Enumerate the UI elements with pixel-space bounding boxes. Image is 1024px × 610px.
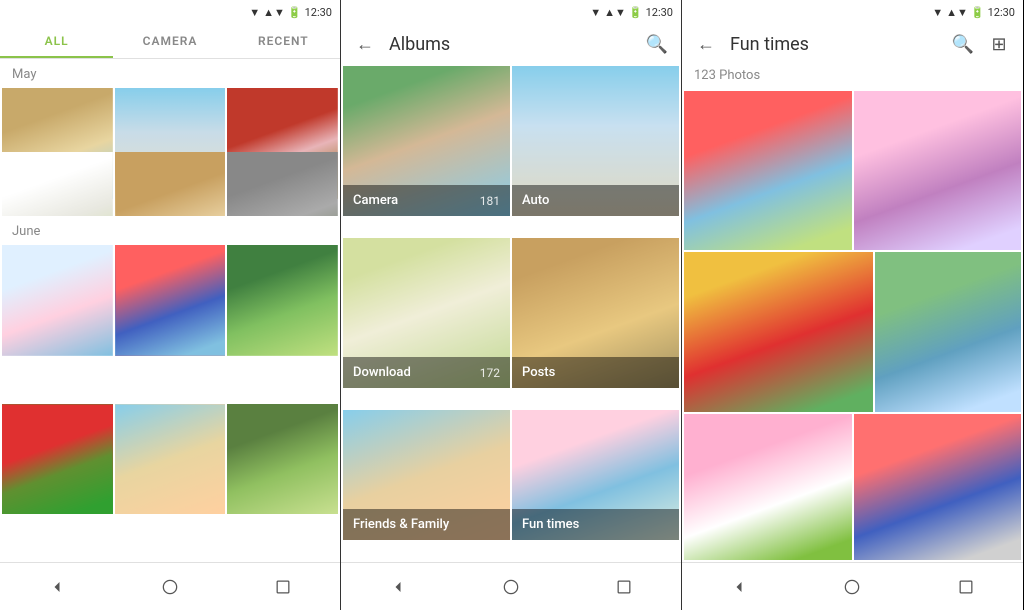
list-item[interactable] (854, 414, 1022, 560)
list-item[interactable] (2, 404, 113, 515)
section-june: June (0, 216, 340, 243)
fun-times-grid (682, 89, 1023, 562)
back-arrow-icon-3[interactable]: ← (694, 32, 718, 56)
fun-row-1 (684, 91, 1021, 250)
list-item[interactable] (684, 91, 852, 250)
photos-count: 123 Photos (682, 64, 1023, 89)
album-label-posts: Posts (512, 357, 679, 388)
status-icons-1: ▼ ▲▼ 🔋 12:30 (249, 6, 332, 19)
list-item[interactable] (227, 404, 338, 515)
time-1: 12:30 (305, 6, 332, 19)
back-button[interactable] (39, 569, 75, 605)
list-item[interactable] (115, 404, 226, 515)
panel-all-photos: ▼ ▲▼ 🔋 12:30 ALL CAMERA RECENT May June (0, 0, 341, 610)
list-item[interactable] (115, 245, 226, 356)
recents-button-2[interactable] (606, 569, 642, 605)
album-funtimes[interactable]: Fun times (512, 410, 679, 540)
search-icon[interactable]: 🔍 (645, 32, 669, 56)
status-bar-3: ▼ ▲▼ 🔋 12:30 (682, 0, 1023, 24)
nav-bar-3 (682, 562, 1023, 610)
battery-icon: 🔋 (288, 6, 302, 19)
tab-all[interactable]: ALL (0, 24, 113, 58)
album-label-auto: Auto (512, 185, 679, 216)
fun-times-header: ← Fun times 🔍 ⊞ (682, 24, 1023, 64)
status-icons-3: ▼ ▲▼ 🔋 12:30 (932, 6, 1015, 19)
album-name: Camera (353, 193, 398, 208)
grid-icon-3[interactable]: ⊞ (987, 32, 1011, 56)
album-friends[interactable]: Friends & Family (343, 410, 510, 540)
album-auto[interactable]: Auto (512, 66, 679, 216)
home-button-3[interactable] (834, 569, 870, 605)
section-may: May (0, 59, 340, 86)
network-icon-2: ▲▼ (604, 6, 626, 19)
album-name: Fun times (522, 517, 579, 532)
time-2: 12:30 (646, 6, 673, 19)
signal-icon: ▼ (249, 6, 260, 19)
network-icon-3: ▲▼ (946, 6, 968, 19)
nav-bar-1 (0, 562, 340, 610)
recents-button-3[interactable] (948, 569, 984, 605)
signal-icon-2: ▼ (590, 6, 601, 19)
list-item[interactable] (2, 152, 113, 216)
list-item[interactable] (684, 414, 852, 560)
time-3: 12:30 (988, 6, 1015, 19)
tabs-bar: ALL CAMERA RECENT (0, 24, 340, 59)
battery-icon-2: 🔋 (629, 6, 643, 19)
list-item[interactable] (875, 252, 1021, 411)
home-button-2[interactable] (493, 569, 529, 605)
panel-albums: ▼ ▲▼ 🔋 12:30 ← Albums 🔍 Camera 181 Auto (341, 0, 682, 610)
photo-grid-may (0, 86, 340, 216)
album-label-download: Download 172 (343, 357, 510, 388)
list-item[interactable] (2, 245, 113, 356)
album-posts[interactable]: Posts (512, 238, 679, 388)
album-name: Friends & Family (353, 517, 449, 532)
list-item[interactable] (115, 152, 226, 216)
search-icon-3[interactable]: 🔍 (951, 32, 975, 56)
signal-icon-3: ▼ (932, 6, 943, 19)
battery-icon-3: 🔋 (971, 6, 985, 19)
photo-grid-june (0, 243, 340, 562)
home-button[interactable] (152, 569, 188, 605)
tab-camera[interactable]: CAMERA (113, 24, 226, 58)
status-bar-1: ▼ ▲▼ 🔋 12:30 (0, 0, 340, 24)
back-button-2[interactable] (380, 569, 416, 605)
fun-row-2 (684, 252, 1021, 411)
albums-header: ← Albums 🔍 (341, 24, 681, 64)
albums-title: Albums (389, 34, 633, 55)
back-arrow-icon[interactable]: ← (353, 32, 377, 56)
albums-grid: Camera 181 Auto Download 172 Posts (341, 64, 681, 562)
recents-button[interactable] (265, 569, 301, 605)
network-icon: ▲▼ (263, 6, 285, 19)
list-item[interactable] (227, 245, 338, 356)
nav-bar-2 (341, 562, 681, 610)
tab-recent[interactable]: RECENT (227, 24, 340, 58)
album-download[interactable]: Download 172 (343, 238, 510, 388)
album-name: Auto (522, 193, 549, 208)
album-label-friends: Friends & Family (343, 509, 510, 540)
list-item[interactable] (854, 91, 1022, 250)
status-icons-2: ▼ ▲▼ 🔋 12:30 (590, 6, 673, 19)
fun-row-3 (684, 414, 1021, 560)
album-name: Posts (522, 365, 555, 380)
list-item[interactable] (684, 252, 873, 411)
album-label-funtimes: Fun times (512, 509, 679, 540)
back-button-3[interactable] (721, 569, 757, 605)
album-count: 172 (480, 366, 500, 380)
album-camera[interactable]: Camera 181 (343, 66, 510, 216)
fun-times-title: Fun times (730, 34, 939, 55)
album-count: 181 (480, 194, 500, 208)
panel-fun-times: ▼ ▲▼ 🔋 12:30 ← Fun times 🔍 ⊞ 123 Photos (682, 0, 1023, 610)
list-item[interactable] (227, 152, 338, 216)
status-bar-2: ▼ ▲▼ 🔋 12:30 (341, 0, 681, 24)
album-label-camera: Camera 181 (343, 185, 510, 216)
album-name: Download (353, 365, 411, 380)
